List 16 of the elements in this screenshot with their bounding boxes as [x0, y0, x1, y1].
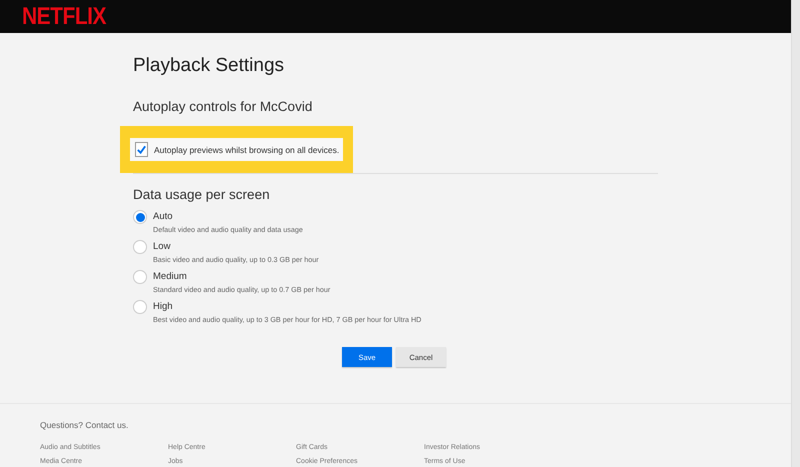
radio-label: Auto [153, 210, 174, 224]
checkbox-label: Autoplay previews whilst browsing on all devices. [154, 144, 340, 154]
radio-label: Low [153, 240, 172, 254]
scrollbar[interactable] [791, 0, 800, 467]
radio-button[interactable] [133, 270, 147, 284]
logo: NETFLIX [22, 2, 106, 30]
contact-link[interactable]: Questions? Contact us. [40, 420, 791, 430]
radio-label: Medium [153, 270, 188, 284]
radio-button[interactable] [133, 210, 147, 224]
checkbox[interactable] [135, 142, 148, 157]
page-title: Playback Settings [133, 55, 286, 77]
section-heading: Data usage per screen [133, 187, 271, 202]
section-heading: Autoplay controls for McCovid [133, 99, 314, 114]
radio-button[interactable] [133, 300, 147, 314]
radio-label: High [153, 300, 174, 314]
radio-button[interactable] [133, 240, 147, 254]
